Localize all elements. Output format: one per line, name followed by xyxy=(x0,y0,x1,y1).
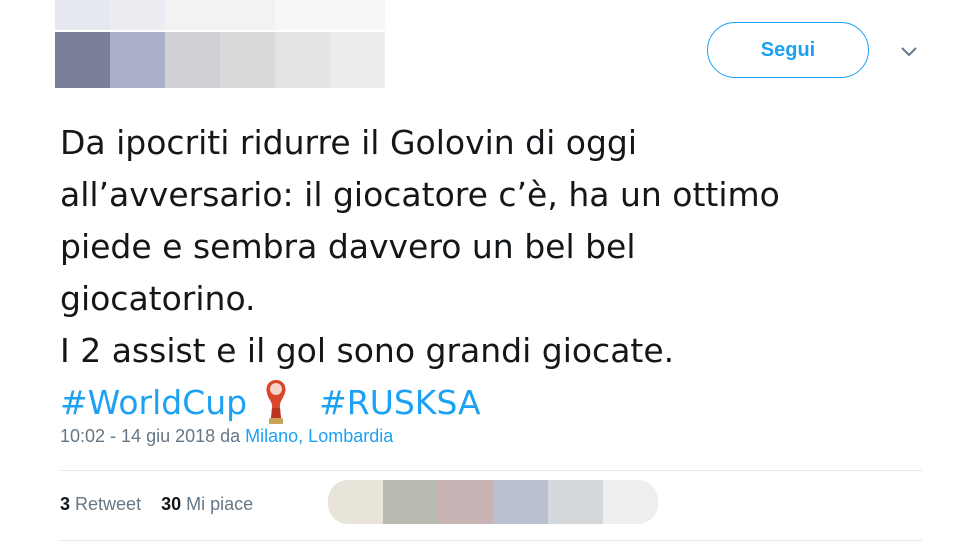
tweet-timestamp[interactable]: 10:02 - 14 giu 2018 da xyxy=(60,426,245,446)
world-cup-trophy-icon xyxy=(266,380,286,424)
tweet-stats: 3 Retweet 30 Mi piace xyxy=(60,494,253,515)
tweet-meta: 10:02 - 14 giu 2018 da Milano, Lombardia xyxy=(60,426,393,447)
hashtag-line: #WorldCup #RUSKSA xyxy=(60,377,940,429)
like-label: Mi piace xyxy=(186,494,254,514)
retweet-label: Retweet xyxy=(75,494,142,514)
tweet-line: giocatorino. xyxy=(60,279,256,318)
like-stat[interactable]: 30 Mi piace xyxy=(161,494,253,514)
divider xyxy=(60,470,922,471)
retweet-count: 3 xyxy=(60,494,71,514)
redacted-user-header xyxy=(55,0,385,95)
redacted-block xyxy=(55,32,385,88)
tweet-text: Da ipocriti ridurre il Golovin di oggi a… xyxy=(60,117,940,429)
follow-button[interactable]: Segui xyxy=(707,22,869,78)
divider xyxy=(60,540,922,541)
tweet-location-link[interactable]: Milano, Lombardia xyxy=(245,426,393,446)
chevron-down-icon[interactable] xyxy=(898,40,920,62)
tweet-line: I 2 assist e il gol sono grandi giocate. xyxy=(60,331,675,370)
like-count: 30 xyxy=(161,494,182,514)
redacted-block xyxy=(55,0,385,30)
hashtag-rusksa[interactable]: #RUSKSA xyxy=(319,383,480,422)
tweet-line: Da ipocriti ridurre il Golovin di oggi xyxy=(60,123,638,162)
redacted-liker-avatars xyxy=(328,480,658,524)
retweet-stat[interactable]: 3 Retweet xyxy=(60,494,141,514)
tweet-line: all’avversario: il giocatore c’è, ha un … xyxy=(60,175,780,214)
tweet-line: piede e sembra davvero un bel bel xyxy=(60,227,636,266)
hashtag-worldcup[interactable]: #WorldCup xyxy=(60,383,247,422)
